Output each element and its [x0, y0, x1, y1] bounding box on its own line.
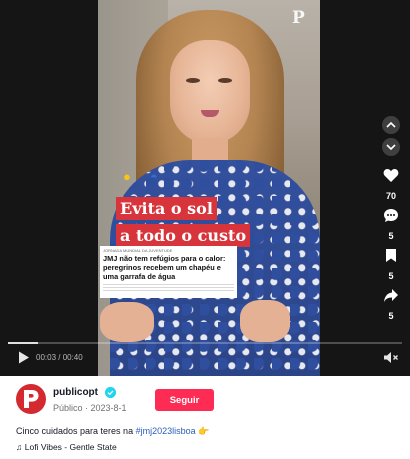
pointing-hand-emoji: 👉 — [198, 426, 210, 436]
author-meta: Público · 2023-8-1 — [53, 403, 127, 413]
caption-text: Cinco cuidados para teres na — [16, 426, 136, 436]
chevron-up-icon — [386, 121, 396, 128]
overlay-headline-line1: Evita o sol — [116, 197, 217, 220]
music-label: Lofi Vibes - Gentle State — [24, 442, 117, 452]
comment-icon — [384, 209, 398, 222]
chevron-down-icon — [386, 144, 396, 151]
music-note-icon: ♫ — [16, 442, 23, 452]
comment-count: 5 — [388, 231, 394, 241]
share-button[interactable]: 5 — [381, 288, 401, 321]
article-screenshot: JORNADA MUNDIAL DA JUVENTUDE JMJ não tem… — [100, 246, 237, 298]
cap-emoji: ◓ — [150, 169, 158, 184]
heart-icon — [383, 169, 399, 182]
music-track[interactable]: ♫ Lofi Vibes - Gentle State — [16, 442, 117, 452]
presenter-face — [170, 40, 250, 144]
verified-badge-icon — [105, 387, 116, 398]
volume-muted-icon[interactable] — [383, 351, 399, 364]
save-button[interactable]: 5 — [381, 248, 401, 281]
video-backdrop-left — [0, 0, 98, 376]
video-frame[interactable] — [98, 0, 320, 376]
video-info-panel: publicopt Público · 2023-8-1 Seguir Cinc… — [0, 376, 410, 459]
progress-fill — [8, 342, 38, 344]
previous-video-button[interactable] — [382, 116, 400, 134]
video-caption: Cinco cuidados para teres na #jmj2023lis… — [16, 426, 209, 437]
next-video-button[interactable] — [382, 138, 400, 156]
article-title: JMJ não tem refúgios para o calor: pereg… — [103, 254, 226, 281]
presenter-eye — [218, 78, 232, 83]
like-button[interactable]: 70 — [381, 168, 401, 201]
playback-time: 00:03 / 00:40 — [36, 353, 83, 362]
overlay-headline-line2: a todo o custo — [116, 224, 251, 247]
follow-button[interactable]: Seguir — [155, 389, 214, 411]
sun-emoji: ● — [123, 169, 131, 184]
save-count: 5 — [388, 271, 394, 281]
play-icon[interactable] — [18, 351, 30, 364]
progress-bar[interactable] — [8, 342, 402, 344]
avatar[interactable] — [16, 384, 46, 414]
article-body-lines — [103, 284, 234, 292]
comment-button[interactable]: 5 — [381, 208, 401, 241]
hashtag-link[interactable]: #jmj2023lisboa — [136, 426, 196, 436]
video-player[interactable]: P ● ◓ Evita o sol a todo o custo JORNADA… — [0, 0, 410, 376]
article-kicker: JORNADA MUNDIAL DA JUVENTUDE — [103, 248, 173, 253]
like-count: 70 — [385, 191, 396, 201]
player-controls: 00:03 / 00:40 — [0, 346, 410, 372]
publico-logo-icon — [24, 390, 39, 408]
bookmark-icon — [386, 249, 396, 262]
share-count: 5 — [388, 311, 394, 321]
presenter-hand — [100, 302, 154, 342]
presenter-eye — [186, 78, 200, 83]
presenter-hand — [240, 300, 290, 342]
channel-name[interactable]: publicopt — [53, 387, 98, 398]
publico-watermark: P — [292, 8, 305, 28]
share-icon — [384, 289, 398, 302]
